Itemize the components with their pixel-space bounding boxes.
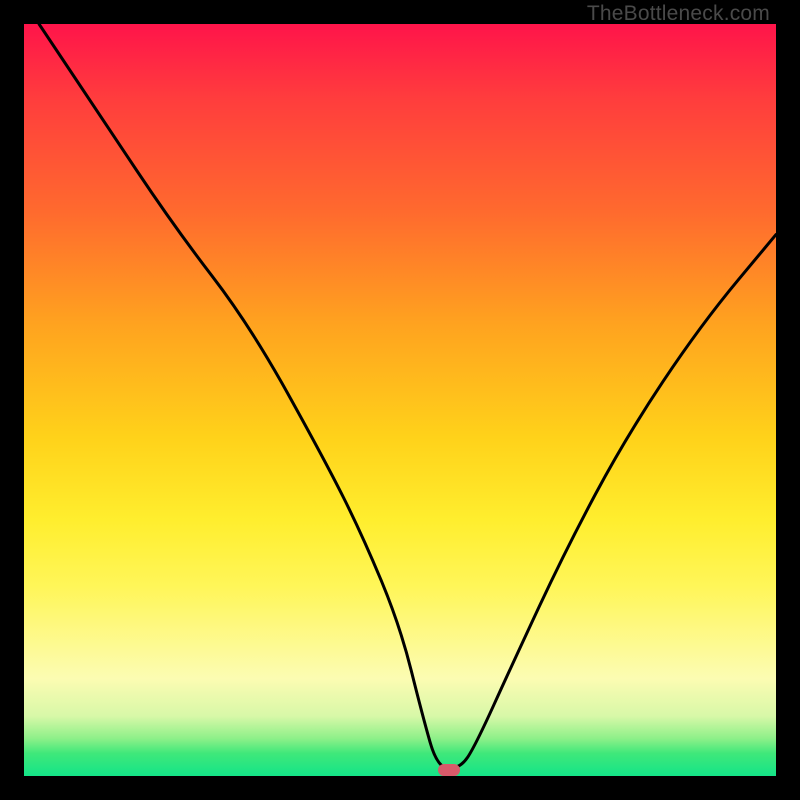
bottleneck-curve — [24, 24, 776, 776]
chart-frame: TheBottleneck.com — [0, 0, 800, 800]
watermark-text: TheBottleneck.com — [587, 2, 770, 26]
gradient-plot-area — [24, 24, 776, 776]
minimum-marker — [438, 764, 460, 776]
